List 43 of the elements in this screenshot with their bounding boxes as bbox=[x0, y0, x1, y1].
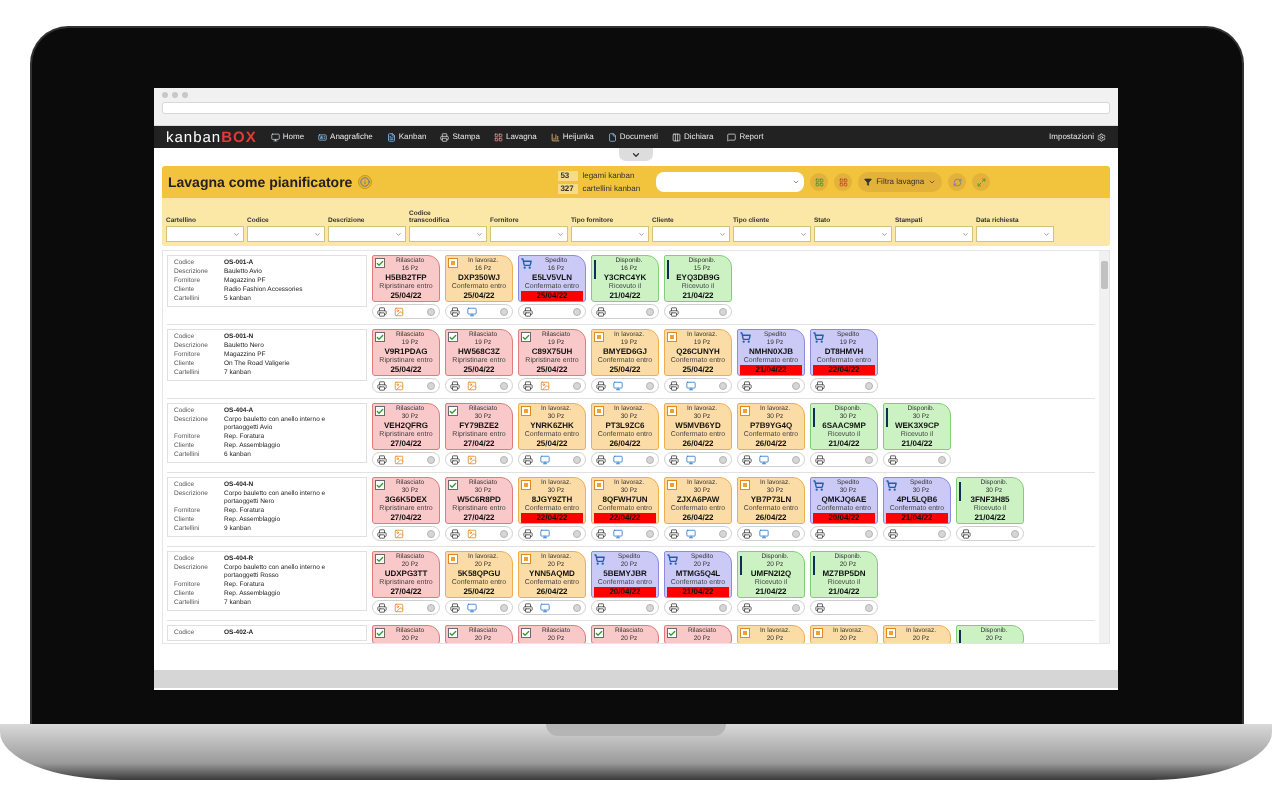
filter-select[interactable] bbox=[570, 226, 648, 242]
check-icon bbox=[374, 628, 384, 638]
filter-select[interactable] bbox=[165, 226, 243, 242]
check-icon bbox=[593, 628, 603, 638]
cart-icon bbox=[812, 332, 823, 343]
filter-select[interactable] bbox=[327, 226, 405, 242]
cart-icon bbox=[739, 332, 750, 343]
forward-icon[interactable] bbox=[171, 92, 177, 98]
scrollbar[interactable] bbox=[1098, 251, 1108, 643]
address-bar[interactable] bbox=[161, 102, 1109, 114]
check-icon bbox=[447, 480, 457, 490]
filter-select[interactable] bbox=[489, 226, 567, 242]
check-icon bbox=[374, 554, 384, 564]
cart-icon bbox=[593, 554, 604, 565]
filter-select[interactable] bbox=[894, 226, 972, 242]
filter-select[interactable] bbox=[975, 226, 1053, 242]
cart-icon bbox=[812, 480, 823, 491]
cart-icon bbox=[885, 480, 896, 491]
filter-select[interactable] bbox=[813, 226, 891, 242]
check-icon bbox=[520, 332, 530, 342]
check-icon bbox=[374, 480, 384, 490]
reload-icon[interactable] bbox=[181, 92, 187, 98]
info-icon[interactable] bbox=[357, 175, 372, 189]
filter-select[interactable] bbox=[732, 226, 810, 242]
check-icon bbox=[374, 258, 384, 268]
filter-select[interactable] bbox=[246, 226, 324, 242]
check-icon bbox=[520, 628, 530, 638]
check-icon bbox=[374, 332, 384, 342]
check-icon bbox=[447, 628, 457, 638]
check-icon bbox=[374, 406, 384, 416]
check-icon bbox=[447, 406, 457, 416]
cart-icon bbox=[520, 258, 531, 269]
check-icon bbox=[666, 628, 676, 638]
check-icon bbox=[447, 332, 457, 342]
funnel-icon bbox=[863, 178, 872, 186]
collapse-button[interactable] bbox=[618, 148, 652, 161]
back-icon[interactable] bbox=[161, 92, 167, 98]
refresh-button[interactable] bbox=[947, 173, 966, 191]
cart-icon bbox=[666, 554, 677, 565]
filter-select[interactable] bbox=[408, 226, 486, 242]
search-select[interactable] bbox=[655, 172, 804, 192]
filter-select[interactable] bbox=[651, 226, 729, 242]
fullscreen-button[interactable] bbox=[971, 173, 990, 191]
